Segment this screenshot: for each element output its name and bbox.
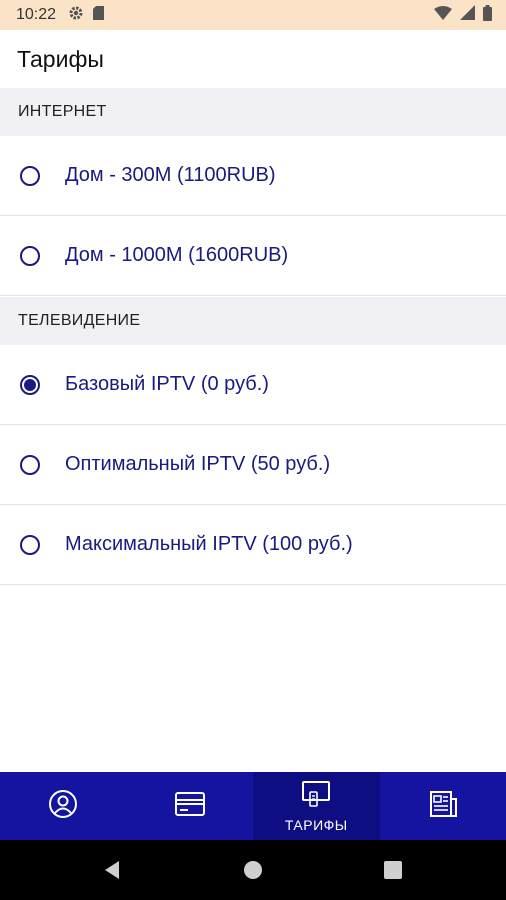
- radio-button[interactable]: [20, 454, 40, 475]
- tariff-option-label: Дом - 1000М (1600RUB): [65, 244, 289, 266]
- recents-square-icon: [384, 861, 402, 879]
- page-title: Тарифы: [17, 45, 104, 72]
- tariff-option-label: Максимальный IPTV (100 руб.): [65, 533, 353, 555]
- system-navigation-bar: [0, 840, 506, 900]
- tariff-option[interactable]: Оптимальный IPTV (50 руб.): [0, 425, 506, 505]
- section-header-internet: ИНТЕРНЕТ: [0, 88, 506, 136]
- home-circle-icon: [244, 861, 262, 879]
- battery-icon: [483, 4, 492, 26]
- back-button[interactable]: [93, 850, 133, 890]
- bottom-navigation: ТАРИФЫ: [0, 772, 506, 840]
- nav-item-news[interactable]: [380, 772, 506, 840]
- tariff-option[interactable]: Дом - 1000М (1600RUB): [0, 216, 506, 296]
- back-triangle-icon: [105, 861, 119, 879]
- status-bar: 10:22: [0, 0, 506, 30]
- news-icon: [428, 789, 458, 824]
- account-icon: [48, 789, 78, 824]
- signal-icon: [460, 5, 475, 25]
- nav-item-account[interactable]: [0, 772, 127, 840]
- tariff-option-label: Дом - 300М (1100RUB): [65, 164, 276, 186]
- tariff-option[interactable]: Дом - 300М (1100RUB): [0, 136, 506, 216]
- status-time: 10:22: [16, 6, 57, 23]
- home-button[interactable]: [233, 850, 273, 890]
- radio-button[interactable]: [20, 245, 40, 266]
- radio-button-selected[interactable]: [20, 374, 40, 395]
- sd-card-icon: [92, 5, 105, 26]
- wifi-icon: [434, 5, 452, 25]
- nav-item-tariffs[interactable]: ТАРИФЫ: [253, 772, 380, 840]
- radio-dot: [24, 378, 36, 391]
- radio-button[interactable]: [20, 534, 40, 555]
- section-header-tv: ТЕЛЕВИДЕНИЕ: [0, 297, 506, 345]
- tariff-option-label: Базовый IPTV (0 руб.): [65, 373, 269, 395]
- tariff-option[interactable]: Максимальный IPTV (100 руб.): [0, 505, 506, 585]
- payment-card-icon: [174, 791, 206, 822]
- nav-item-payments[interactable]: [127, 772, 254, 840]
- tariff-option-label: Оптимальный IPTV (50 руб.): [65, 453, 331, 475]
- tv-icon: [300, 780, 332, 813]
- nav-item-label: ТАРИФЫ: [284, 816, 348, 833]
- tariff-option[interactable]: Базовый IPTV (0 руб.): [0, 345, 506, 425]
- radio-button[interactable]: [20, 165, 40, 186]
- gear-icon: [68, 5, 84, 26]
- app-bar: Тарифы: [0, 30, 506, 88]
- recents-button[interactable]: [373, 850, 413, 890]
